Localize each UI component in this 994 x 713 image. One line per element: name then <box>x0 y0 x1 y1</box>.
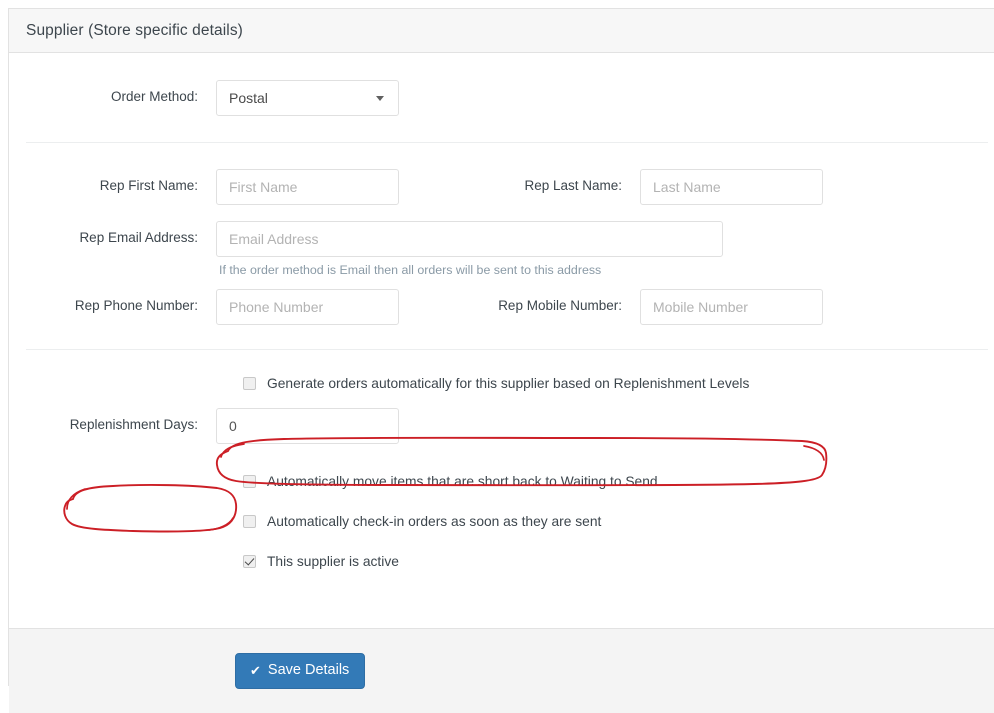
replenishment-days-input[interactable] <box>216 408 399 444</box>
rep-first-name-field <box>216 169 399 205</box>
save-details-label: Save Details <box>267 662 350 679</box>
divider-1 <box>26 142 988 143</box>
rep-first-name-input[interactable] <box>216 169 399 205</box>
rep-email-row: Rep Email Address: If the order method i… <box>9 221 994 277</box>
rep-phone-row: Rep Phone Number: Rep Mobile Number: <box>9 289 994 325</box>
panel-footer: ✔ Save Details <box>9 628 994 713</box>
rep-phone-field <box>216 289 399 325</box>
rep-first-name-label: Rep First Name: <box>99 178 198 193</box>
rep-last-name-input[interactable] <box>640 169 823 205</box>
replenishment-days-field <box>216 408 399 444</box>
replenishment-days-label: Replenishment Days: <box>69 417 198 432</box>
check-icon: ✔ <box>250 663 261 678</box>
rep-email-field: If the order method is Email then all or… <box>216 221 723 277</box>
generate-orders-row[interactable]: Generate orders automatically for this s… <box>243 376 994 391</box>
auto-move-short-items-checkbox[interactable] <box>243 475 256 488</box>
supplier-active-checkbox[interactable] <box>243 555 256 568</box>
rep-mobile-field <box>640 289 823 325</box>
rep-last-name-label: Rep Last Name: <box>524 178 622 193</box>
divider-2 <box>26 349 988 350</box>
order-method-label: Order Method: <box>110 89 198 104</box>
panel-body: Order Method: Postal Rep First Name: Rep… <box>9 80 994 628</box>
generate-orders-checkbox[interactable] <box>243 377 256 390</box>
rep-email-help-text: If the order method is Email then all or… <box>219 263 602 277</box>
rep-phone-input[interactable] <box>216 289 399 325</box>
order-method-select[interactable]: Postal <box>216 80 399 116</box>
panel-header: Supplier (Store specific details) <box>9 9 994 53</box>
save-details-button[interactable]: ✔ Save Details <box>235 653 366 689</box>
supplier-active-row[interactable]: This supplier is active <box>243 554 994 569</box>
replenishment-days-highlight-annotation <box>63 484 238 533</box>
supplier-active-label: This supplier is active <box>267 554 399 569</box>
order-method-field: Postal <box>216 80 399 116</box>
rep-mobile-input[interactable] <box>640 289 823 325</box>
rep-email-input[interactable] <box>216 221 723 257</box>
auto-move-short-items-row[interactable]: Automatically move items that are short … <box>243 474 994 489</box>
supplier-panel: Supplier (Store specific details) Order … <box>8 8 994 713</box>
generate-orders-label: Generate orders automatically for this s… <box>267 376 750 391</box>
page-title: Supplier (Store specific details) <box>26 21 243 39</box>
order-method-row: Order Method: Postal <box>9 80 994 116</box>
auto-move-short-items-label: Automatically move items that are short … <box>267 474 658 489</box>
order-method-value: Postal <box>229 90 268 106</box>
rep-phone-label: Rep Phone Number: <box>74 298 198 313</box>
auto-checkin-orders-row[interactable]: Automatically check-in orders as soon as… <box>243 514 994 529</box>
rep-mobile-label: Rep Mobile Number: <box>498 298 622 313</box>
rep-last-name-field <box>640 169 823 205</box>
chevron-down-icon <box>376 95 384 101</box>
auto-checkin-orders-checkbox[interactable] <box>243 515 256 528</box>
rep-names-row: Rep First Name: Rep Last Name: <box>9 169 994 205</box>
replenishment-days-row: Replenishment Days: <box>9 408 994 444</box>
rep-email-label: Rep Email Address: <box>79 230 198 245</box>
auto-checkin-orders-label: Automatically check-in orders as soon as… <box>267 514 602 529</box>
